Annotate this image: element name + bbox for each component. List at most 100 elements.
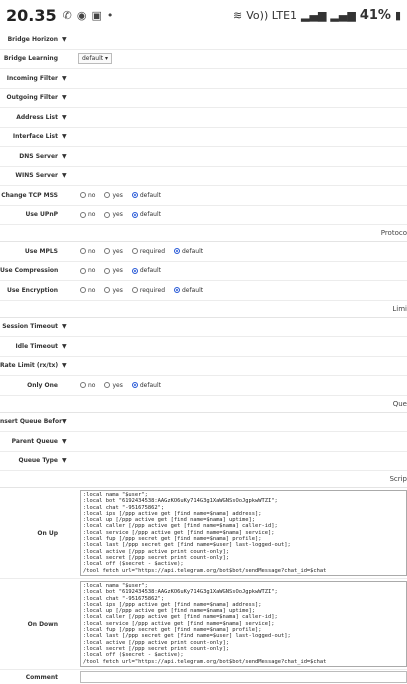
select-value: default [82,55,104,63]
expand-arrow-icon[interactable]: ▼ [62,133,76,140]
field-label: Use UPnP [25,211,58,219]
radio-no[interactable]: no [80,192,95,199]
on-up-script-textarea[interactable]: :local nama "$user"; :local bot "6192434… [80,490,407,576]
battery-icon: ▮ [394,8,401,22]
radio-circle[interactable] [104,248,111,255]
expand-arrow-icon[interactable]: ▼ [62,36,76,43]
expand-arrow-icon[interactable]: ▼ [62,114,76,121]
radio-label: no [88,286,96,294]
radio-label: required [139,247,165,255]
radio-default[interactable]: default [131,191,161,199]
expand-arrow-icon[interactable]: ▼ [62,94,76,101]
radio-circle[interactable] [104,211,111,218]
expand-arrow-icon[interactable]: ▼ [62,153,76,160]
field-label: Use MPLS [24,247,58,255]
radio-yes[interactable]: yes [104,381,123,389]
expand-arrow-icon[interactable]: ▼ [62,343,76,350]
radio-no[interactable]: no [80,267,95,274]
expand-arrow-icon[interactable]: ▼ [62,172,76,179]
radio-circle[interactable] [80,248,86,255]
radio-default[interactable]: default [131,382,161,389]
comment-input[interactable] [80,671,407,683]
radio-default[interactable]: default [131,211,161,219]
radio-required[interactable]: required [131,287,165,294]
radio-circle[interactable] [80,192,86,199]
field-label: Bridge Learning [3,55,58,63]
radio-no[interactable]: no [80,248,95,255]
expand-arrow-icon[interactable]: ▼ [62,75,76,82]
radio-yes[interactable]: yes [104,267,123,275]
radio-no[interactable]: no [80,211,95,218]
radio-circle[interactable] [80,267,86,274]
expand-arrow-icon[interactable]: ▼ [62,323,76,330]
radio-circle[interactable] [104,382,111,389]
radio-label: default [139,267,161,275]
radio-label: yes [112,211,123,219]
radio-yes[interactable]: yes [104,286,123,294]
field-row-queue-type: Queue Type ▼ [0,452,407,471]
radio-default[interactable]: default [174,287,203,294]
radio-label: yes [112,381,123,389]
bridge-learning-select[interactable]: default ▾ [78,53,113,65]
radio-no[interactable]: no [80,287,95,294]
expand-arrow-icon[interactable]: ▼ [62,438,76,445]
section-header-protocols: Protoco [0,225,407,242]
field-label: Rate Limit (rx/tx) [0,362,59,370]
radio-yes[interactable]: yes [104,248,123,255]
field-label: Only One [27,381,58,389]
field-label: Use Encryption [6,286,58,294]
field-label: DNS Server [19,152,58,160]
field-label: Parent Queue [11,437,58,445]
dot-icon: • [106,8,114,22]
field-label: WINS Server [15,172,58,180]
field-row-use-mpls: Use MPLS no yes required default [0,242,407,262]
field-row-dns-server: DNS Server ▼ [0,147,407,167]
radio-label: no [88,247,96,255]
field-label: On Up [37,529,58,537]
radio-label: default [139,211,161,219]
wifi-icon: ≋ [233,8,243,22]
radio-circle[interactable] [174,248,180,255]
radio-circle[interactable] [131,287,138,294]
radio-default[interactable]: default [174,248,203,255]
radio-circle[interactable] [104,267,111,274]
radio-circle[interactable] [104,287,111,294]
radio-yes[interactable]: yes [104,211,123,219]
field-row-incoming-filter: Incoming Filter ▼ [0,69,407,89]
radio-circle[interactable] [104,192,111,199]
radio-no[interactable]: no [80,382,95,389]
profile-form: Bridge Horizon ▼ Bridge Learning default ▾ I… [0,30,407,684]
radio-label: default [182,247,204,255]
radio-circle[interactable] [131,211,138,218]
field-label: Session Timeout [2,323,58,331]
radio-circle[interactable] [80,382,86,389]
radio-circle[interactable] [174,287,180,294]
radio-label: yes [112,286,123,294]
radio-circle[interactable] [80,211,86,218]
radio-label: default [182,286,204,294]
radio-circle[interactable] [131,382,138,389]
radio-circle[interactable] [131,267,138,274]
section-header-scripts: Scrip [0,471,407,488]
expand-arrow-icon[interactable]: ▼ [62,457,76,464]
radio-circle[interactable] [131,192,138,199]
radio-label: yes [112,267,123,275]
script-row-on-down: On Down:local nama "$user"; :local bot "… [0,579,407,670]
expand-arrow-icon[interactable]: ▼ [62,418,76,425]
field-row-use-encryption: Use Encryption no yes required default [0,281,407,301]
radio-default[interactable]: default [131,267,161,275]
signal-icon-2: ▂▄▆ [330,8,356,22]
radio-required[interactable]: required [131,247,165,255]
chevron-down-icon: ▾ [105,55,109,63]
section-header-queues: Que [0,396,407,413]
network-label: Vo)) LTE1 [246,8,298,22]
on-down-script-textarea[interactable]: :local nama "$user"; :local bot "6192434… [80,581,407,667]
field-label: Interface List [12,133,58,141]
radio-yes[interactable]: yes [104,192,123,199]
radio-circle[interactable] [80,287,86,294]
radio-label: default [139,191,161,199]
radio-group: no yes required default [76,287,407,294]
radio-label: no [88,267,96,275]
radio-circle[interactable] [131,248,138,255]
expand-arrow-icon[interactable]: ▼ [62,362,76,369]
